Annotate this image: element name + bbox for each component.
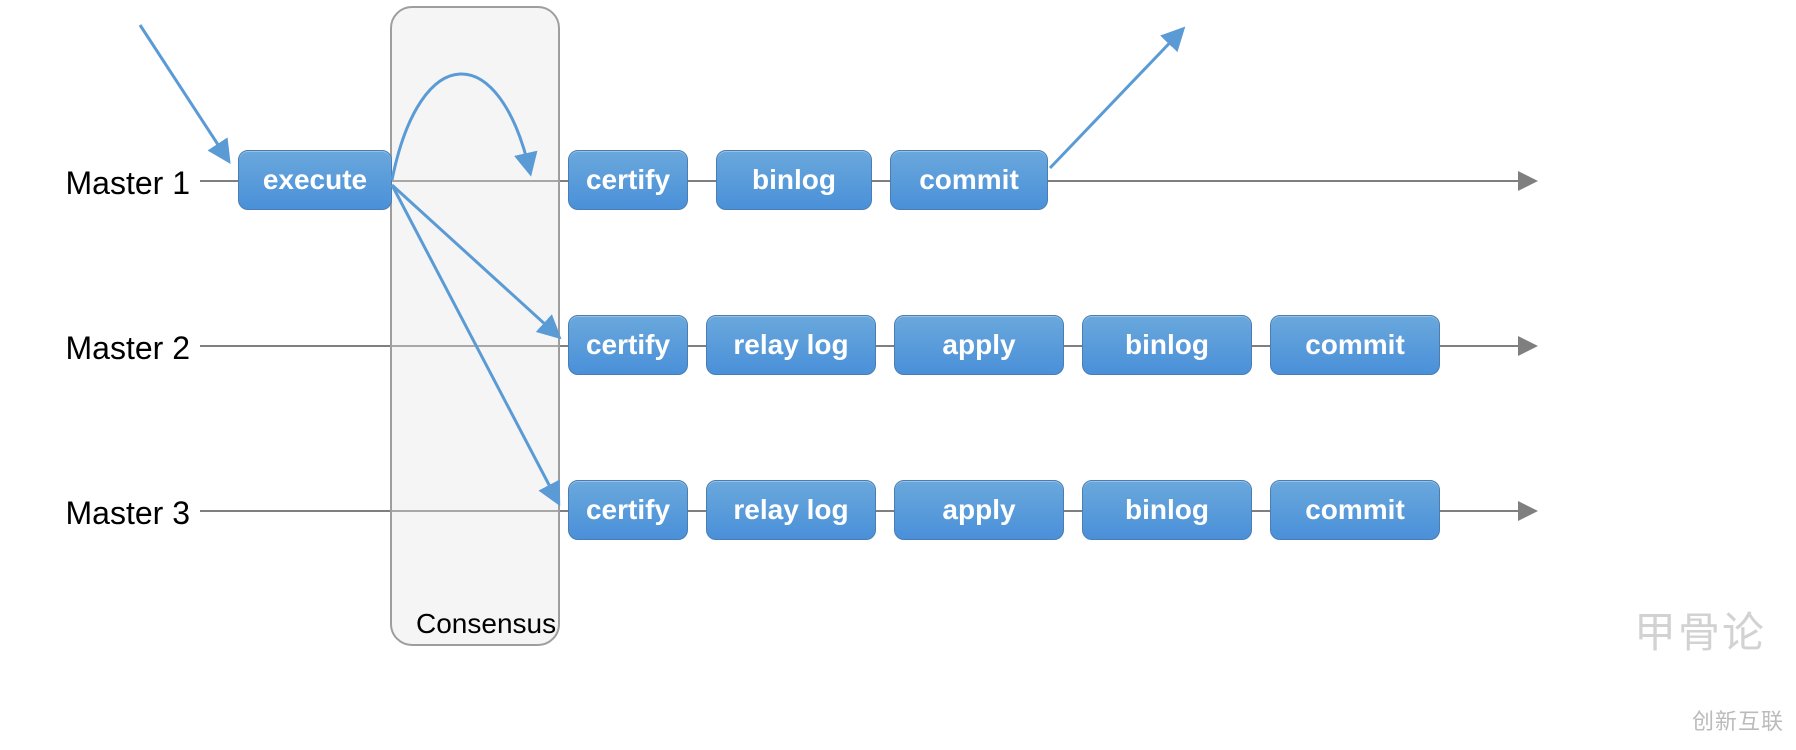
box-m3-binlog: binlog (1082, 480, 1252, 540)
box-m3-apply: apply (894, 480, 1064, 540)
box-m2-apply: apply (894, 315, 1064, 375)
consensus-label: Consensus (416, 608, 556, 640)
watermark-text-2: 创新互联 (1692, 704, 1784, 736)
arrow-input-master1 (140, 25, 228, 160)
watermark-text-1: 甲骨论 (1634, 599, 1766, 660)
box-m3-certify: certify (568, 480, 688, 540)
arrow-output-master1 (1050, 30, 1182, 168)
box-m1-certify: certify (568, 150, 688, 210)
lane-label-master1: Master 1 (20, 165, 190, 202)
box-m1-binlog: binlog (716, 150, 872, 210)
box-m2-certify: certify (568, 315, 688, 375)
box-m2-relaylog: relay log (706, 315, 876, 375)
box-m2-commit: commit (1270, 315, 1440, 375)
arrows-overlay (0, 0, 1796, 750)
lane-label-master2: Master 2 (20, 330, 190, 367)
lane-arrowhead-master1 (1518, 171, 1538, 191)
lane-arrowhead-master2 (1518, 336, 1538, 356)
box-m1-execute: execute (238, 150, 392, 210)
lane-label-master3: Master 3 (20, 495, 190, 532)
box-m3-relaylog: relay log (706, 480, 876, 540)
box-m3-commit: commit (1270, 480, 1440, 540)
consensus-region (390, 6, 560, 646)
box-m2-binlog: binlog (1082, 315, 1252, 375)
box-m1-commit: commit (890, 150, 1048, 210)
lane-arrowhead-master3 (1518, 501, 1538, 521)
